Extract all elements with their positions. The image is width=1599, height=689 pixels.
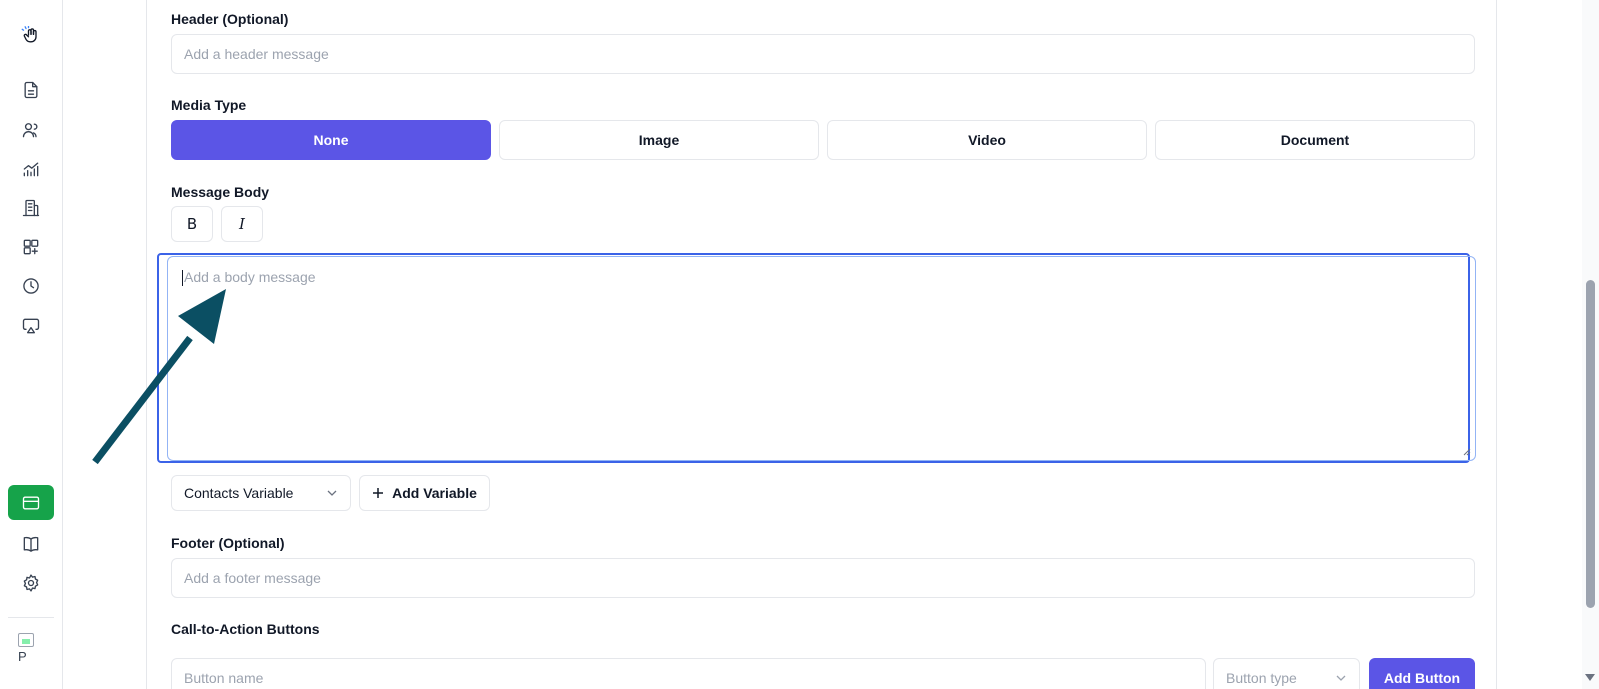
add-variable-button[interactable]: Add Variable [359, 475, 490, 511]
header-label: Header (Optional) [171, 11, 289, 27]
button-type-select[interactable]: Button type [1213, 658, 1360, 689]
media-type-label: Media Type [171, 97, 247, 113]
document-icon[interactable] [20, 79, 42, 101]
dropdown-value: Contacts Variable [184, 485, 294, 501]
avatar[interactable]: P [18, 633, 40, 669]
cta-label: Call-to-Action Buttons [171, 621, 320, 637]
button-name-input[interactable]: Button name [171, 658, 1206, 689]
users-icon[interactable] [20, 119, 42, 141]
body-placeholder: Add a body message [184, 269, 316, 285]
media-option-image[interactable]: Image [499, 120, 819, 160]
add-button[interactable]: Add Button [1369, 658, 1475, 689]
broadcast-icon[interactable] [20, 315, 42, 337]
template-icon[interactable] [8, 485, 54, 520]
settings-icon[interactable] [20, 572, 42, 594]
button-type-placeholder: Button type [1226, 670, 1297, 686]
button-name-placeholder: Button name [184, 670, 264, 686]
header-placeholder: Add a header message [184, 46, 329, 62]
body-textarea[interactable]: Add a body message [167, 256, 1476, 461]
resize-grip-icon[interactable] [1463, 448, 1471, 456]
plus-icon [373, 488, 384, 498]
page-scrollbar[interactable] [1582, 0, 1599, 689]
book-icon[interactable] [20, 533, 42, 555]
scrollbar-thumb[interactable] [1586, 280, 1595, 608]
footer-label: Footer (Optional) [171, 535, 285, 551]
header-input[interactable]: Add a header message [171, 34, 1475, 74]
media-option-none[interactable]: None [171, 120, 491, 160]
media-option-video[interactable]: Video [827, 120, 1147, 160]
message-body-label: Message Body [171, 184, 270, 200]
text-caret [182, 270, 183, 287]
analytics-icon[interactable] [20, 158, 42, 180]
italic-button[interactable]: I [221, 206, 263, 242]
broken-image-icon [18, 633, 34, 647]
media-option-document[interactable]: Document [1155, 120, 1475, 160]
bold-button[interactable]: B [171, 206, 213, 242]
add-variable-label: Add Variable [392, 485, 477, 501]
sidebar-divider [8, 617, 54, 618]
contacts-variable-dropdown[interactable]: Contacts Variable [171, 475, 351, 511]
avatar-letter: P [18, 649, 27, 664]
sidebar: P [0, 0, 63, 689]
footer-placeholder: Add a footer message [184, 570, 321, 586]
footer-input[interactable]: Add a footer message [171, 558, 1475, 598]
chevron-down-icon [1336, 675, 1346, 681]
chevron-down-icon [327, 490, 337, 496]
clock-icon[interactable] [20, 275, 42, 297]
logo-icon[interactable] [20, 25, 42, 47]
scroll-down-arrow-icon[interactable] [1585, 674, 1595, 681]
apps-icon[interactable] [20, 236, 42, 258]
building-icon[interactable] [20, 197, 42, 219]
